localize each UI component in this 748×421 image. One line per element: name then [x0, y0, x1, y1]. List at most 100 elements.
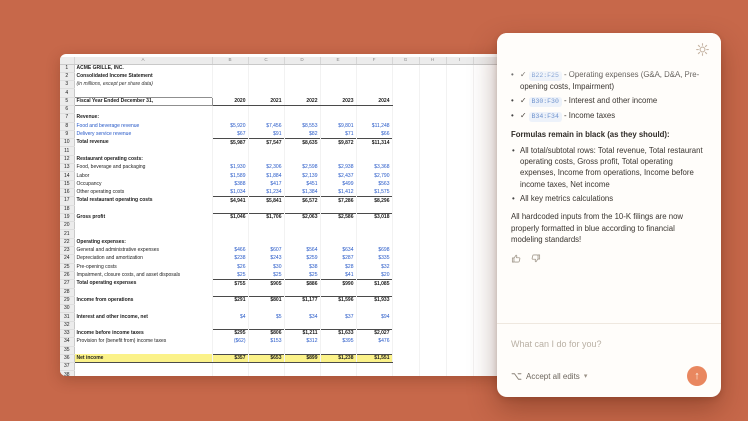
- cell-F19[interactable]: $3,018: [356, 212, 393, 222]
- cell-C30[interactable]: [248, 304, 285, 313]
- cell-C6[interactable]: [248, 105, 285, 114]
- cell-C11[interactable]: [248, 146, 285, 156]
- cell-F33[interactable]: $2,027: [356, 328, 393, 338]
- cell-I15[interactable]: [446, 180, 474, 189]
- cell-H28[interactable]: [419, 288, 447, 297]
- cell-E9[interactable]: $71: [320, 130, 357, 139]
- cell-D24[interactable]: $259: [284, 254, 321, 264]
- cell-F7[interactable]: [356, 113, 393, 123]
- cell-A19[interactable]: Gross profit: [74, 213, 213, 222]
- cell-E11[interactable]: [320, 146, 357, 156]
- cell-B6[interactable]: [212, 105, 249, 114]
- cell-H14[interactable]: [419, 171, 447, 181]
- cell-F32[interactable]: [356, 321, 393, 330]
- cell-H27[interactable]: [419, 279, 447, 289]
- cell-E29[interactable]: $1,596: [320, 295, 357, 305]
- cell-C23[interactable]: $607: [248, 246, 285, 255]
- cell-B25[interactable]: $26: [212, 263, 249, 272]
- cell-G33[interactable]: [392, 329, 420, 338]
- cell-B17[interactable]: $4,941: [212, 196, 249, 206]
- cell-C8[interactable]: $7,456: [248, 122, 285, 131]
- row-number-3[interactable]: 3: [60, 80, 75, 90]
- cell-B2[interactable]: [212, 72, 249, 81]
- cell-D14[interactable]: $2,139: [284, 171, 321, 181]
- cell-G1[interactable]: [392, 64, 420, 73]
- cell-I34[interactable]: [446, 337, 474, 347]
- row-number-5[interactable]: 5: [60, 97, 75, 107]
- cell-H30[interactable]: [419, 304, 447, 313]
- cell-C38[interactable]: [248, 370, 285, 376]
- cell-A4[interactable]: [74, 88, 213, 98]
- cell-G18[interactable]: [392, 205, 420, 214]
- cell-H38[interactable]: [419, 370, 447, 376]
- column-header-A[interactable]: A: [74, 57, 213, 65]
- cell-A22[interactable]: Operating expenses:: [74, 238, 213, 247]
- cell-I8[interactable]: [446, 122, 474, 131]
- cell-B14[interactable]: $1,589: [212, 171, 249, 181]
- cell-E1[interactable]: [320, 64, 357, 73]
- cell-G30[interactable]: [392, 304, 420, 313]
- cell-G13[interactable]: [392, 163, 420, 172]
- cell-G20[interactable]: [392, 221, 420, 230]
- cell-I11[interactable]: [446, 146, 474, 156]
- column-header-F[interactable]: F: [356, 57, 393, 65]
- cell-H35[interactable]: [419, 346, 447, 355]
- cell-F17[interactable]: $8,296: [356, 196, 393, 206]
- column-header-H[interactable]: H: [419, 57, 447, 65]
- column-header-D[interactable]: D: [284, 57, 321, 65]
- cell-G6[interactable]: [392, 105, 420, 114]
- cell-B37[interactable]: [212, 362, 249, 371]
- cell-G29[interactable]: [392, 296, 420, 305]
- cell-G32[interactable]: [392, 321, 420, 330]
- row-number-37[interactable]: 37: [60, 362, 75, 372]
- row-number-35[interactable]: 35: [60, 346, 75, 355]
- cell-F31[interactable]: $94: [356, 312, 393, 322]
- row-number-11[interactable]: 11: [60, 146, 75, 156]
- cell-E36[interactable]: $1,238: [320, 353, 357, 364]
- cell-A13[interactable]: Food, beverage and packaging: [74, 163, 213, 172]
- cell-C33[interactable]: $806: [248, 328, 285, 338]
- cell-D28[interactable]: [284, 288, 321, 297]
- cell-E25[interactable]: $28: [320, 263, 357, 272]
- cell-E21[interactable]: [320, 229, 357, 239]
- cell-E15[interactable]: $499: [320, 180, 357, 189]
- cell-F27[interactable]: $1,085: [356, 279, 393, 289]
- cell-D36[interactable]: $899: [284, 353, 321, 364]
- cell-D13[interactable]: $2,598: [284, 163, 321, 172]
- cell-H33[interactable]: [419, 329, 447, 338]
- cell-F24[interactable]: $335: [356, 254, 393, 264]
- cell-G38[interactable]: [392, 370, 420, 376]
- cell-D5[interactable]: 2022: [284, 97, 321, 107]
- cell-G17[interactable]: [392, 196, 420, 206]
- cell-F8[interactable]: $11,248: [356, 122, 393, 131]
- cell-C25[interactable]: $30: [248, 263, 285, 272]
- row-number-1[interactable]: 1: [60, 64, 75, 73]
- cell-B38[interactable]: [212, 370, 249, 376]
- cell-B21[interactable]: [212, 229, 249, 239]
- cell-D4[interactable]: [284, 88, 321, 98]
- cell-G19[interactable]: [392, 213, 420, 222]
- row-number-15[interactable]: 15: [60, 180, 75, 189]
- cell-I33[interactable]: [446, 329, 474, 338]
- cell-B36[interactable]: $357: [212, 353, 249, 364]
- cell-I3[interactable]: [446, 80, 474, 89]
- cell-G27[interactable]: [392, 279, 420, 289]
- cell-G35[interactable]: [392, 346, 420, 355]
- cell-I6[interactable]: [446, 105, 474, 114]
- cell-G26[interactable]: [392, 271, 420, 280]
- cell-D32[interactable]: [284, 321, 321, 330]
- cell-F5[interactable]: 2024: [356, 97, 393, 107]
- cell-A5[interactable]: Fiscal Year Ended December 31,: [73, 96, 213, 107]
- cell-G4[interactable]: [392, 88, 420, 98]
- cell-E4[interactable]: [320, 88, 357, 98]
- cell-F30[interactable]: [356, 304, 393, 313]
- cell-A15[interactable]: Occupancy: [74, 180, 213, 189]
- row-number-7[interactable]: 7: [60, 113, 75, 123]
- cell-C4[interactable]: [248, 88, 285, 98]
- cell-A18[interactable]: [74, 205, 213, 214]
- cell-A28[interactable]: [74, 288, 213, 297]
- cell-D30[interactable]: [284, 304, 321, 313]
- cell-A16[interactable]: Other operating costs: [74, 188, 213, 197]
- cell-E7[interactable]: [320, 113, 357, 123]
- cell-I27[interactable]: [446, 279, 474, 289]
